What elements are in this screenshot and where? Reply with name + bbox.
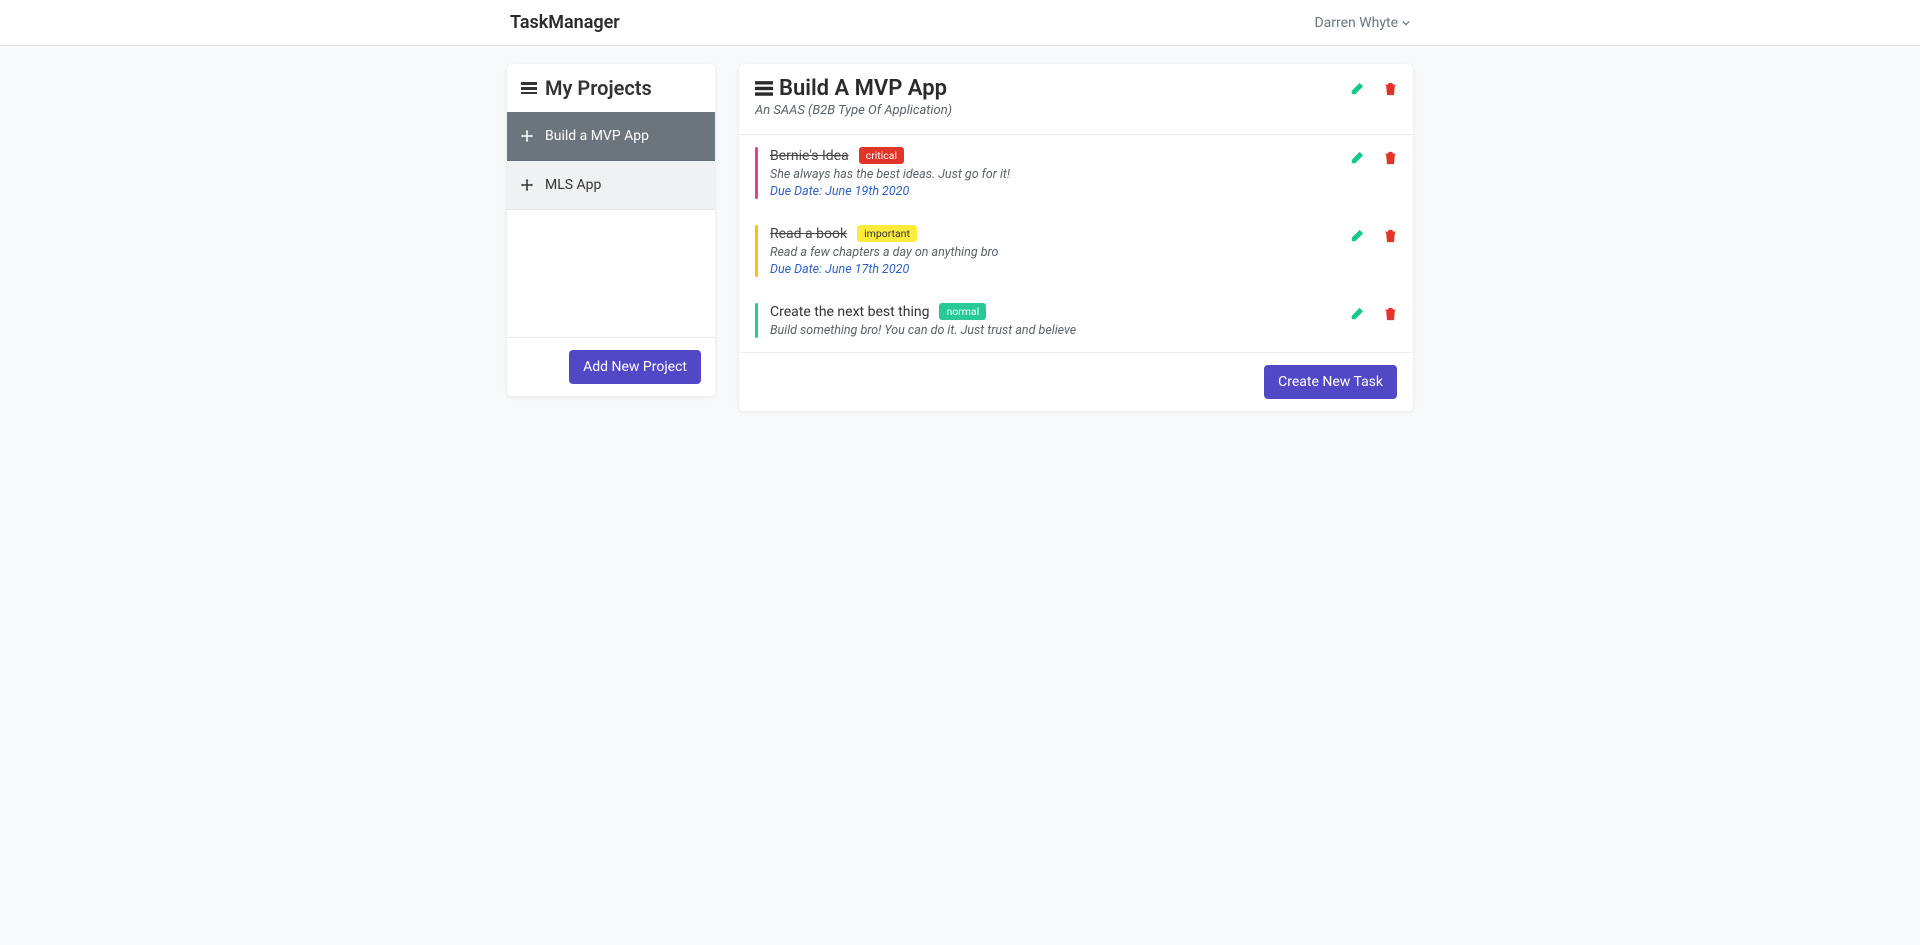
task-title-row: Bernie's Idea critical — [770, 147, 1350, 164]
edit-task-button[interactable] — [1350, 307, 1364, 321]
task-priority-bar — [755, 303, 758, 338]
navbar-inner: TaskManager Darren Whyte — [510, 12, 1410, 33]
add-project-button[interactable]: Add New Project — [569, 350, 701, 384]
sidebar-header: My Projects — [507, 64, 715, 112]
task-body: Read a book important Read a few chapters … — [770, 225, 1350, 277]
task-title: Read a book — [770, 226, 847, 242]
task-description: Build something bro! You can do it. Just… — [770, 323, 1350, 338]
task-priority-bar — [755, 225, 758, 277]
task-actions — [1350, 147, 1397, 165]
navbar: TaskManager Darren Whyte — [0, 0, 1920, 46]
task-item: Read a book important Read a few chapters … — [739, 213, 1413, 291]
task-priority-badge: normal — [939, 303, 986, 320]
delete-task-button[interactable] — [1384, 307, 1397, 321]
task-title: Create the next best thing — [770, 304, 929, 320]
task-body: Create the next best thing normal Build so… — [770, 303, 1350, 338]
task-body: Bernie's Idea critical She always has the … — [770, 147, 1350, 199]
move-icon[interactable] — [521, 130, 533, 142]
panel-footer: Create New Task — [739, 352, 1413, 411]
user-name: Darren Whyte — [1314, 15, 1398, 31]
edit-task-button[interactable] — [1350, 151, 1364, 165]
tasks-icon — [521, 80, 537, 96]
task-list: Bernie's Idea critical She always has the … — [739, 134, 1413, 352]
task-actions — [1350, 303, 1397, 321]
project-item[interactable]: Build a MVP App — [507, 112, 715, 161]
project-item[interactable]: MLS App — [507, 161, 715, 210]
task-description: She always has the best ideas. Just go f… — [770, 167, 1350, 182]
task-due-date: Due Date: June 19th 2020 — [770, 184, 1350, 199]
project-list[interactable]: Build a MVP App MLS App — [507, 112, 715, 337]
project-item-label: MLS App — [545, 177, 601, 193]
delete-project-button[interactable] — [1384, 82, 1397, 96]
main-container: My Projects Build a MVP App MLS App Add N… — [0, 46, 1920, 411]
delete-task-button[interactable] — [1384, 151, 1397, 165]
panel-header: Build A MVP App An SAAS (B2B Type Of App… — [739, 64, 1413, 134]
panel-title-row: Build A MVP App — [755, 76, 1350, 101]
task-actions — [1350, 225, 1397, 243]
edit-task-button[interactable] — [1350, 229, 1364, 243]
task-title-row: Read a book important — [770, 225, 1350, 242]
task-priority-badge: important — [857, 225, 917, 242]
sidebar-title: My Projects — [545, 76, 652, 100]
navbar-brand[interactable]: TaskManager — [510, 12, 620, 33]
panel-actions — [1350, 76, 1397, 96]
task-title-row: Create the next best thing normal — [770, 303, 1350, 320]
task-item: Create the next best thing normal Build so… — [739, 291, 1413, 352]
project-list-wrap: Build a MVP App MLS App — [507, 112, 715, 337]
task-priority-badge: critical — [859, 147, 904, 164]
task-description: Read a few chapters a day on anything br… — [770, 245, 1350, 260]
projects-sidebar: My Projects Build a MVP App MLS App Add N… — [507, 64, 715, 396]
task-due-date: Due Date: June 17th 2020 — [770, 262, 1350, 277]
task-title: Bernie's Idea — [770, 148, 849, 164]
tasks-panel: Build A MVP App An SAAS (B2B Type Of App… — [739, 64, 1413, 411]
create-task-button[interactable]: Create New Task — [1264, 365, 1397, 399]
move-icon[interactable] — [521, 179, 533, 191]
panel-title: Build A MVP App — [779, 76, 947, 101]
task-item: Bernie's Idea critical She always has the … — [739, 135, 1413, 213]
chevron-down-icon — [1402, 19, 1410, 27]
task-priority-bar — [755, 147, 758, 199]
delete-task-button[interactable] — [1384, 229, 1397, 243]
panel-subtitle: An SAAS (B2B Type Of Application) — [755, 103, 1350, 118]
user-menu[interactable]: Darren Whyte — [1314, 15, 1410, 31]
edit-project-button[interactable] — [1350, 82, 1364, 96]
project-item-label: Build a MVP App — [545, 128, 649, 144]
tasks-icon — [755, 80, 773, 98]
sidebar-footer: Add New Project — [507, 337, 715, 396]
